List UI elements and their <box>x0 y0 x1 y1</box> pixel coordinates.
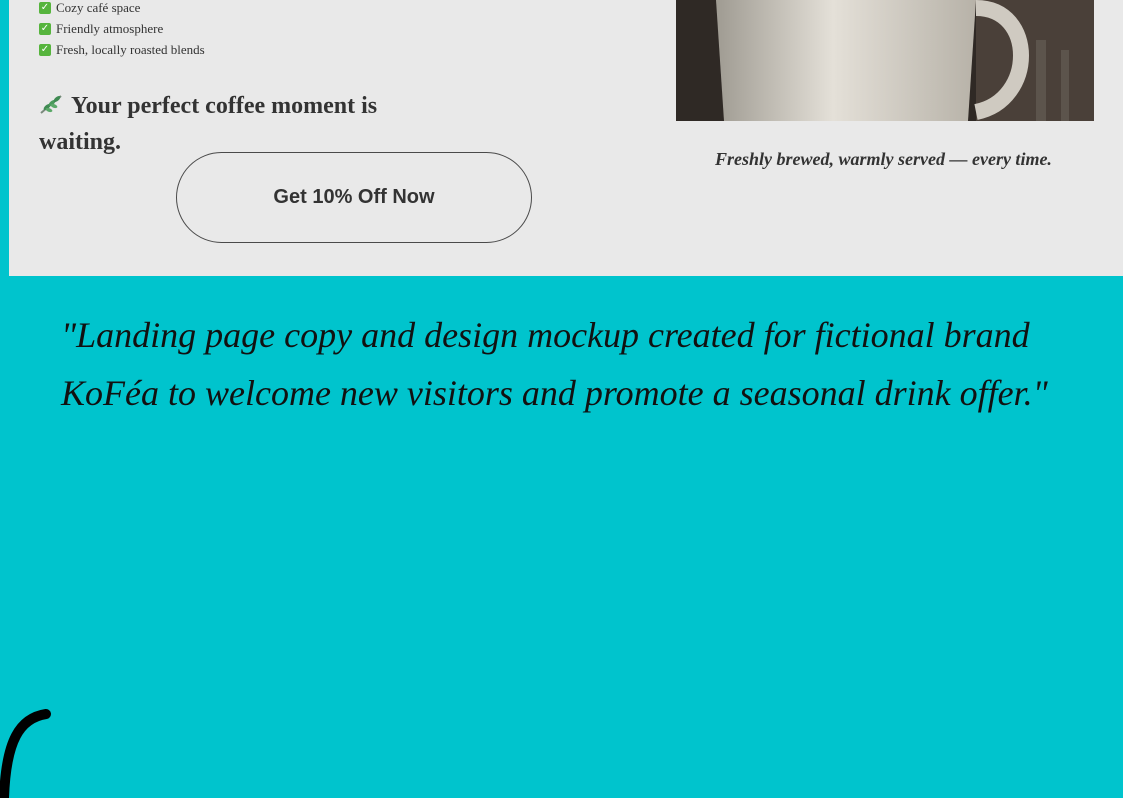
check-icon: ✓ <box>39 43 51 56</box>
moment-heading: Your perfect coffee moment is waiting. <box>39 88 439 160</box>
decorative-arc <box>0 709 51 798</box>
feature-item: ✓ Friendly atmosphere <box>39 18 205 39</box>
landing-page-mockup: ✓ Cozy café space ✓ Friendly atmosphere … <box>9 0 1123 276</box>
coffee-cup-illustration <box>676 0 1094 121</box>
feature-item: ✓ Fresh, locally roasted blends <box>39 39 205 60</box>
photo-caption: Freshly brewed, warmly served — every ti… <box>715 149 1052 169</box>
check-icon: ✓ <box>39 22 51 35</box>
check-icon: ✓ <box>39 1 51 14</box>
moment-heading-text: Your perfect coffee moment is waiting. <box>39 93 378 155</box>
feature-item: ✓ Cozy café space <box>39 0 205 18</box>
project-description: "Landing page copy and design mockup cre… <box>61 315 1048 413</box>
sprig-icon <box>40 95 62 114</box>
get-discount-button[interactable]: Get 10% Off Now <box>176 152 532 243</box>
feature-list: ✓ Cozy café space ✓ Friendly atmosphere … <box>39 0 205 60</box>
coffee-cup-photo <box>676 0 1094 121</box>
feature-label: Fresh, locally roasted blends <box>56 41 205 57</box>
feature-label: Friendly atmosphere <box>56 20 164 36</box>
feature-label: Cozy café space <box>56 0 141 15</box>
